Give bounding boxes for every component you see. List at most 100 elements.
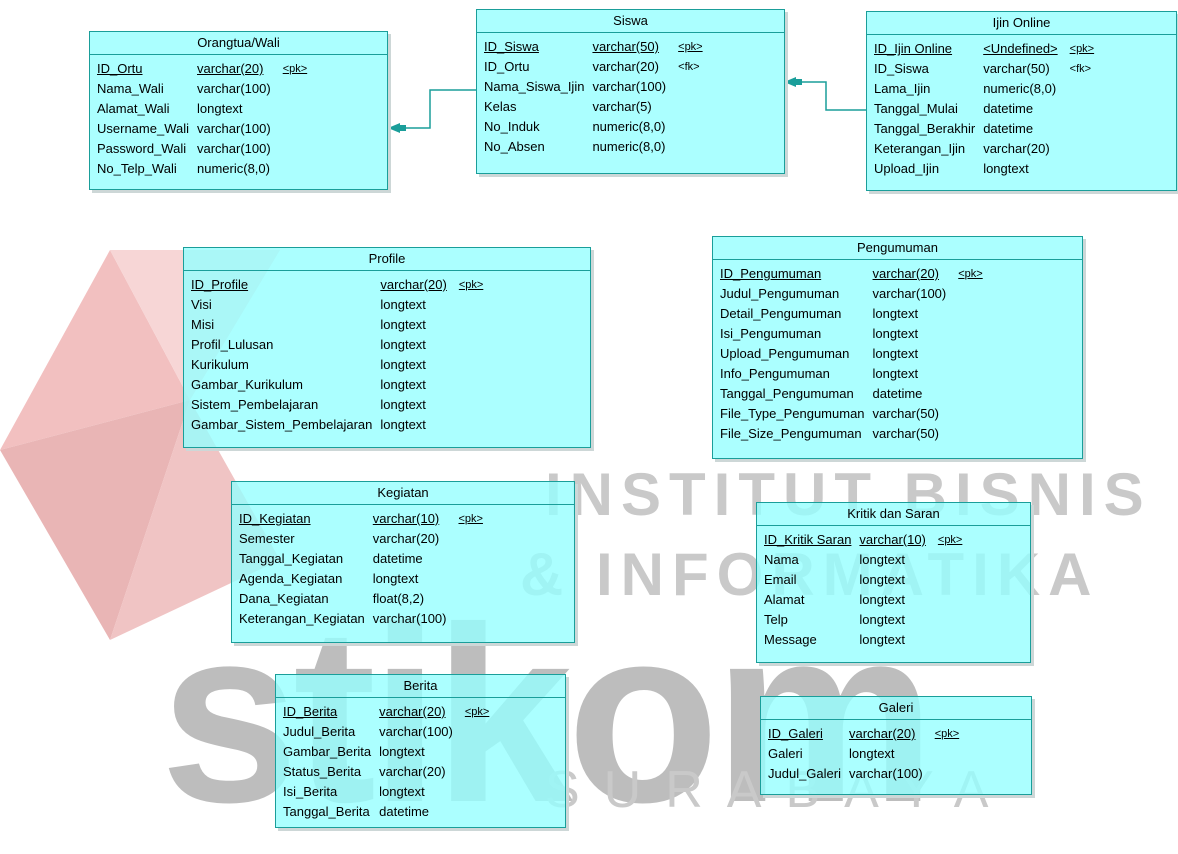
column-row: Kelas varchar(5) <box>484 97 711 117</box>
column-type: varchar(20) <box>379 764 446 779</box>
column-type: datetime <box>983 101 1034 116</box>
column-name: Isi_Berita <box>283 784 338 799</box>
column-name: Semester <box>239 531 295 546</box>
column-key <box>461 722 497 742</box>
column-key <box>1066 99 1102 119</box>
column-name: Upload_Ijin <box>874 161 940 176</box>
column-row: Password_Wali varchar(100) <box>97 139 315 159</box>
entity-berita[interactable]: Berita ID_Berita varchar(20) <pk> Judul_Ber… <box>275 674 566 828</box>
column-type: longtext <box>380 377 426 392</box>
column-name: Tanggal_Mulai <box>874 101 958 116</box>
column-row: ID_Ortu varchar(20) <fk> <box>484 57 711 77</box>
column-row: Info_Pengumuman longtext <box>720 364 991 384</box>
column-type: longtext <box>380 317 426 332</box>
column-row: Nama_Wali varchar(100) <box>97 79 315 99</box>
column-type: longtext <box>380 297 426 312</box>
entity-galeri[interactable]: Galeri ID_Galeri varchar(20) <pk> Galeri lon… <box>760 696 1032 795</box>
column-type: <Undefined> <box>983 41 1058 56</box>
column-name: Dana_Kegiatan <box>239 591 329 606</box>
column-name: ID_Galeri <box>768 726 823 741</box>
column-list: ID_Kritik Saran varchar(10) <pk> Nama longte… <box>764 530 970 650</box>
column-key <box>455 395 491 415</box>
column-type: numeric(8,0) <box>592 119 666 134</box>
column-list: ID_Berita varchar(20) <pk> Judul_Berita varc… <box>283 702 497 822</box>
column-row: Gambar_Berita longtext <box>283 742 497 762</box>
column-name: Detail_Pengumuman <box>720 306 842 321</box>
column-row: Isi_Berita longtext <box>283 782 497 802</box>
column-name: No_Absen <box>484 139 545 154</box>
column-row: Keterangan_Ijin varchar(20) <box>874 139 1102 159</box>
column-key <box>461 782 497 802</box>
column-name: Galeri <box>768 746 803 761</box>
column-row: Dana_Kegiatan float(8,2) <box>239 589 491 609</box>
column-row: Upload_Pengumuman longtext <box>720 344 991 364</box>
entity-title: Berita <box>276 675 565 698</box>
entity-siswa[interactable]: Siswa ID_Siswa varchar(50) <pk> ID_Ortu varc… <box>476 9 785 174</box>
column-type: varchar(50) <box>872 426 939 441</box>
column-type: longtext <box>380 397 426 412</box>
entity-title: Orangtua/Wali <box>90 32 387 55</box>
arrowhead-orangtua <box>388 123 400 133</box>
column-key <box>455 335 491 355</box>
column-row: File_Size_Pengumuman varchar(50) <box>720 424 991 444</box>
column-type: varchar(20) <box>983 141 1050 156</box>
column-row: Gambar_Sistem_Pembelajaran longtext <box>191 415 491 435</box>
entity-title: Siswa <box>477 10 784 33</box>
column-name: Sistem_Pembelajaran <box>191 397 319 412</box>
column-type: longtext <box>379 744 425 759</box>
column-key <box>454 589 490 609</box>
column-name: ID_Ortu <box>97 61 143 76</box>
column-type: datetime <box>872 386 923 401</box>
column-type: datetime <box>379 804 430 819</box>
column-key <box>461 802 497 822</box>
column-name: Keterangan_Kegiatan <box>239 611 365 626</box>
entity-title: Ijin Online <box>867 12 1176 35</box>
column-name: Profil_Lulusan <box>191 337 274 352</box>
column-name: Tanggal_Pengumuman <box>720 386 854 401</box>
column-key: <pk> <box>282 63 308 75</box>
entity-kritik-dan-saran[interactable]: Kritik dan Saran ID_Kritik Saran varchar(… <box>756 502 1031 663</box>
column-name: Tanggal_Berakhir <box>874 121 976 136</box>
column-key <box>455 295 491 315</box>
column-type: numeric(8,0) <box>197 161 270 176</box>
column-type: varchar(100) <box>849 766 923 781</box>
column-type: varchar(100) <box>379 724 453 739</box>
column-row: Alamat longtext <box>764 590 970 610</box>
entity-orangtua-wali[interactable]: Orangtua/Wali ID_Ortu varchar(20) <pk> Nama… <box>89 31 388 190</box>
column-type: longtext <box>859 632 905 647</box>
column-key: <pk> <box>678 41 703 53</box>
arrow-tail-siswa <box>796 79 802 85</box>
entity-title: Kritik dan Saran <box>757 503 1030 526</box>
relationship-ijin-siswa <box>784 81 866 111</box>
column-type: varchar(100) <box>197 121 271 136</box>
column-type: datetime <box>983 121 1034 136</box>
column-key <box>934 630 970 650</box>
entity-profile[interactable]: Profile ID_Profile varchar(20) <pk> Visi lon… <box>183 247 591 448</box>
entity-pengumuman[interactable]: Pengumuman ID_Pengumuman varchar(20) <pk> J… <box>712 236 1083 459</box>
column-key <box>934 590 970 610</box>
column-row: Kurikulum longtext <box>191 355 491 375</box>
column-name: Nama_Wali <box>97 81 164 96</box>
entity-ijin-online[interactable]: Ijin Online ID_Ijin Online <Undefined> <pk… <box>866 11 1177 191</box>
column-row: Email longtext <box>764 570 970 590</box>
column-key <box>454 529 490 549</box>
entity-title: Kegiatan <box>232 482 574 505</box>
column-type: longtext <box>859 612 905 627</box>
arrow-tail-orangtua <box>400 125 406 131</box>
column-type: varchar(20) <box>372 531 440 546</box>
column-type: longtext <box>872 326 919 341</box>
column-row: Misi longtext <box>191 315 491 335</box>
entity-kegiatan[interactable]: Kegiatan ID_Kegiatan varchar(10) <pk> Semes… <box>231 481 575 643</box>
column-type: varchar(50) <box>592 39 659 54</box>
arrowhead-siswa <box>784 77 796 87</box>
column-name: ID_Siswa <box>874 61 929 76</box>
column-row: Upload_Ijin longtext <box>874 159 1102 179</box>
column-name: Status_Berita <box>283 764 362 779</box>
column-name: Judul_Pengumuman <box>720 286 840 301</box>
column-key <box>279 159 315 179</box>
column-key <box>934 550 970 570</box>
column-name: ID_Profile <box>191 277 249 292</box>
column-name: ID_Siswa <box>484 39 539 54</box>
column-row: Gambar_Kurikulum longtext <box>191 375 491 395</box>
column-type: varchar(50) <box>872 406 939 421</box>
